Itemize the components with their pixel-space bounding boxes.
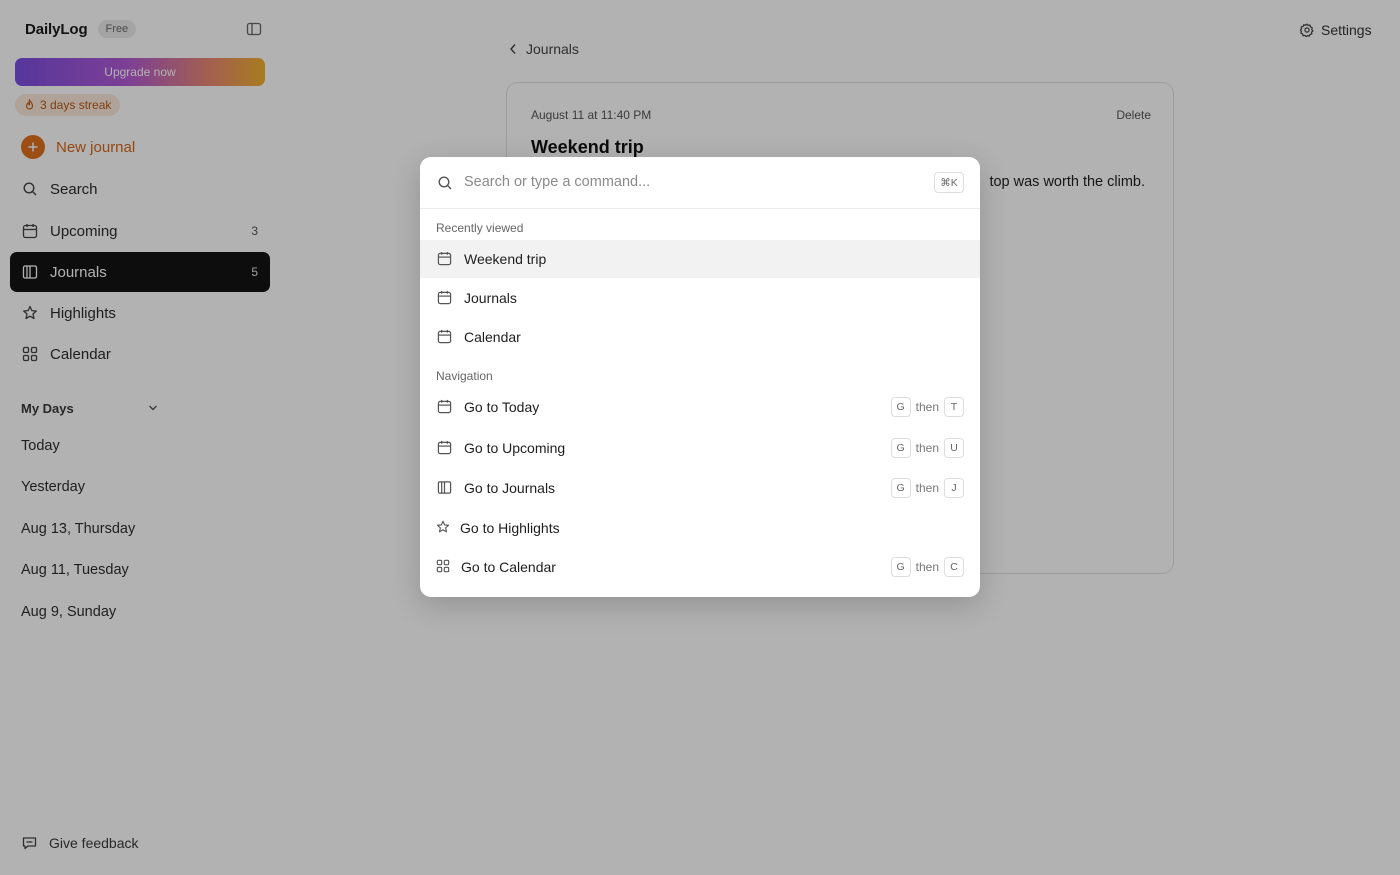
kbd-key: J bbox=[944, 478, 964, 498]
shortcut-then: then bbox=[915, 481, 939, 495]
keyboard-shortcut: G then T bbox=[890, 397, 964, 417]
command-palette: ⌘K Recently viewed Weekend trip Journals… bbox=[420, 157, 980, 597]
kbd-key: U bbox=[944, 438, 964, 458]
calendar-icon bbox=[437, 290, 452, 305]
shortcut-then: then bbox=[915, 400, 939, 414]
kbd-key: G bbox=[890, 478, 911, 498]
command-item-weekend-trip[interactable]: Weekend trip bbox=[420, 240, 980, 278]
shortcut-then: then bbox=[915, 441, 939, 455]
command-item-calendar[interactable]: Calendar bbox=[420, 318, 980, 356]
shortcut-then: then bbox=[915, 560, 939, 574]
keyboard-shortcut: G then C bbox=[890, 557, 964, 577]
search-icon bbox=[437, 175, 453, 191]
grid-icon bbox=[436, 559, 451, 574]
command-search-input[interactable] bbox=[464, 169, 914, 195]
kbd-key: G bbox=[890, 438, 911, 458]
command-item-go-to-journals[interactable]: Go to Journals G then J bbox=[420, 469, 980, 507]
command-item-go-to-calendar[interactable]: Go to Calendar G then C bbox=[420, 548, 980, 586]
command-item-label: Go to Upcoming bbox=[464, 440, 566, 456]
shortcut-hint-kbd: ⌘K bbox=[934, 172, 964, 193]
command-item-go-to-today[interactable]: Go to Today G then T bbox=[420, 388, 980, 426]
kbd-key: G bbox=[890, 557, 911, 577]
command-item-label: Journals bbox=[464, 290, 517, 306]
keyboard-shortcut: G then U bbox=[890, 438, 964, 458]
command-item-label: Go to Calendar bbox=[461, 559, 556, 575]
calendar-icon bbox=[437, 329, 452, 344]
star-icon bbox=[436, 520, 451, 535]
command-item-label: Go to Highlights bbox=[460, 520, 560, 536]
command-item-go-to-upcoming[interactable]: Go to Upcoming G then U bbox=[420, 429, 980, 467]
book-icon bbox=[437, 480, 452, 495]
group-label-navigation: Navigation bbox=[436, 369, 493, 383]
calendar-icon bbox=[437, 399, 452, 414]
command-item-label: Weekend trip bbox=[464, 251, 547, 267]
calendar-icon bbox=[437, 440, 452, 455]
command-item-label: Go to Journals bbox=[464, 480, 556, 496]
command-item-journals[interactable]: Journals bbox=[420, 279, 980, 317]
palette-search-bar: ⌘K bbox=[420, 157, 980, 209]
kbd-key: G bbox=[890, 397, 911, 417]
kbd-key: C bbox=[944, 557, 964, 577]
group-label-recently-viewed: Recently viewed bbox=[436, 221, 524, 235]
kbd-key: T bbox=[944, 397, 964, 417]
calendar-icon bbox=[437, 251, 452, 266]
command-item-go-to-highlights[interactable]: Go to Highlights bbox=[420, 509, 980, 547]
command-item-label: Go to Today bbox=[464, 399, 540, 415]
command-item-label: Calendar bbox=[464, 329, 521, 345]
keyboard-shortcut: G then J bbox=[890, 478, 964, 498]
